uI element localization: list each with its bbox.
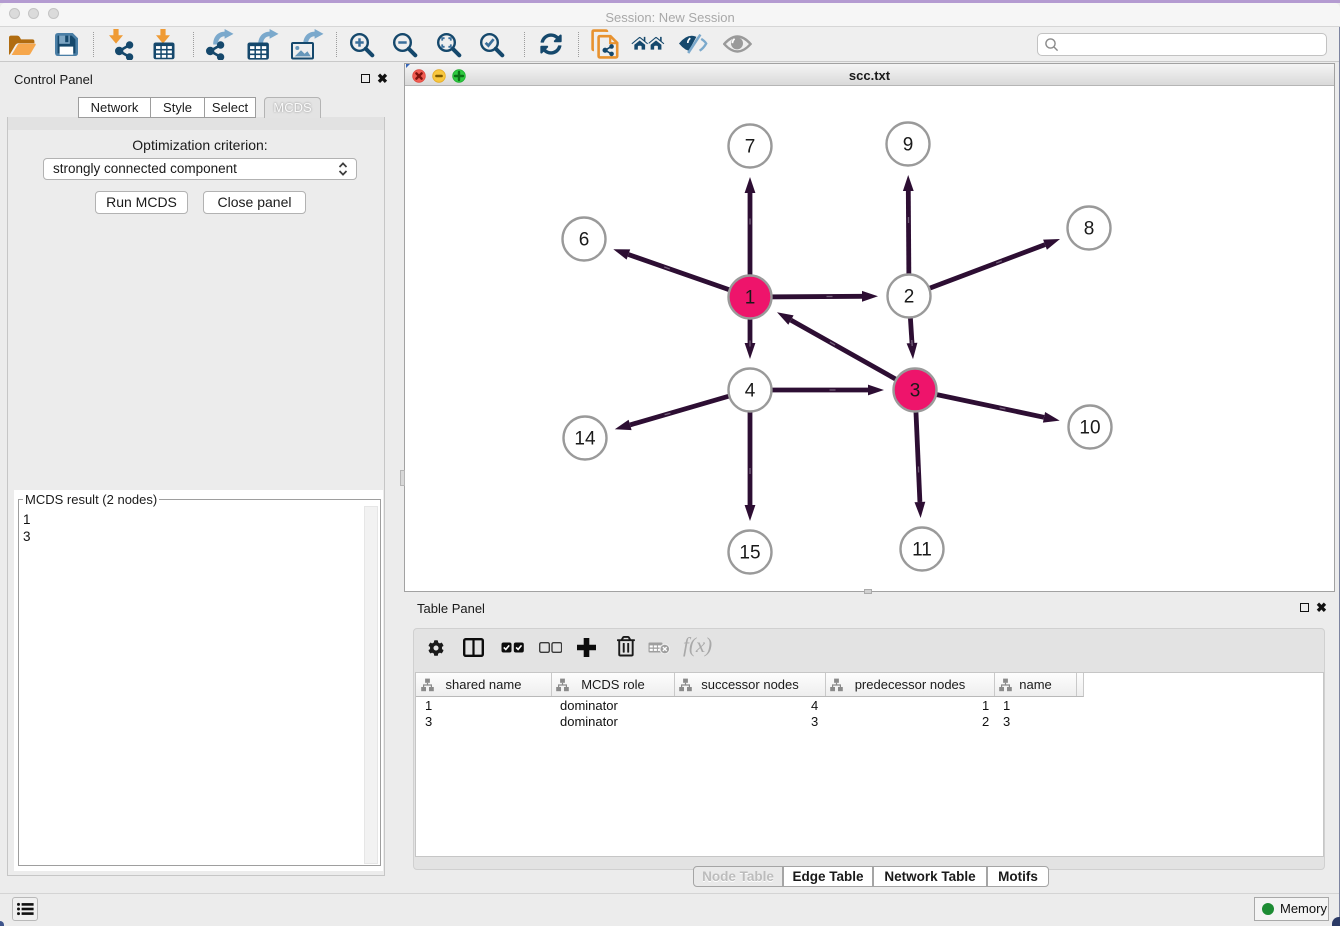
svg-text:8: 8 — [1084, 219, 1095, 240]
svg-text:2: 2 — [904, 287, 915, 308]
svg-text:3: 3 — [910, 381, 921, 402]
svg-text:9: 9 — [903, 135, 914, 156]
svg-text:6: 6 — [579, 230, 590, 251]
svg-text:7: 7 — [745, 137, 756, 158]
svg-text:11: 11 — [912, 540, 932, 561]
svg-text:4: 4 — [745, 381, 756, 402]
svg-text:14: 14 — [574, 429, 596, 450]
svg-text:15: 15 — [739, 543, 760, 564]
svg-text:1: 1 — [745, 288, 756, 309]
svg-text:10: 10 — [1079, 418, 1100, 439]
